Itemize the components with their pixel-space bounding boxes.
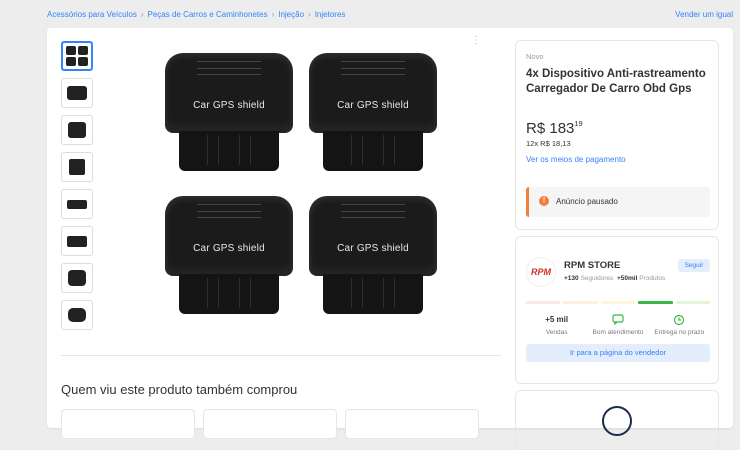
clock-check-icon xyxy=(649,313,710,326)
device-connector xyxy=(323,131,423,171)
breadcrumb-item-injection[interactable]: Injeção xyxy=(278,10,304,19)
buy-box: Novo 4x Dispositivo Anti-rastreamento Ca… xyxy=(515,40,719,230)
product-title: 4x Dispositivo Anti-rastreamento Carrega… xyxy=(526,68,706,95)
device-body: Car GPS shield xyxy=(165,53,293,133)
breadcrumb-item-parts[interactable]: Peças de Carros e Caminhonetes xyxy=(148,10,268,19)
seller-page-button[interactable]: Ir para a página do vendedor xyxy=(526,344,710,362)
reputation-level-4 xyxy=(638,301,673,304)
chat-check-icon xyxy=(587,313,648,326)
paused-text: Anúncio pausado xyxy=(556,197,618,206)
condition-label: Novo xyxy=(526,52,544,61)
device-label: Car GPS shield xyxy=(193,243,265,254)
paused-notice: ! Anúncio pausado xyxy=(526,187,710,217)
thumbnail-7[interactable] xyxy=(61,263,93,293)
device-label: Car GPS shield xyxy=(337,100,409,111)
reputation-level-1 xyxy=(526,301,561,304)
device-vents xyxy=(341,61,405,75)
follow-button[interactable]: Seguir xyxy=(678,259,710,272)
thumbnail-image-icon xyxy=(68,270,86,286)
thumbnail-image-icon xyxy=(67,86,87,100)
delivery-label: Entrega no prazo xyxy=(654,329,705,336)
payment-methods-link[interactable]: Ver os meios de pagamento xyxy=(526,155,626,164)
product-card: Car GPS shield Car GPS shield Car GPS sh… xyxy=(47,28,733,450)
sales-count: +5 mil xyxy=(545,315,569,324)
seller-logo[interactable]: RPM xyxy=(526,257,556,287)
reputation-level-5 xyxy=(675,301,711,304)
thumbnail-3[interactable] xyxy=(61,115,93,145)
section-divider xyxy=(61,355,501,356)
device-connector xyxy=(179,274,279,314)
sell-similar-link[interactable]: Vender um igual xyxy=(675,10,733,19)
price-currency: R$ xyxy=(526,120,546,137)
thumbnail-4[interactable] xyxy=(61,152,93,182)
vertical-dots-icon[interactable]: ⋮ xyxy=(471,35,481,46)
seller-name[interactable]: RPM STORE xyxy=(564,260,620,271)
seller-stats: +130 Seguidores +50mil Produtos xyxy=(564,275,665,282)
price: R$ 18319 xyxy=(526,119,583,137)
thumbnail-5[interactable] xyxy=(61,189,93,219)
device-body: Car GPS shield xyxy=(309,196,437,276)
breadcrumb-item-accessories[interactable]: Acessórios para Veículos xyxy=(47,10,137,19)
price-cents: 19 xyxy=(574,119,583,128)
thumbnail-image-icon xyxy=(67,236,87,247)
brand-logo-icon[interactable] xyxy=(602,406,632,436)
products-label: Produtos xyxy=(639,275,666,282)
thumbnail-8[interactable] xyxy=(61,300,93,330)
followers-count: +130 xyxy=(564,275,579,282)
seller-box: RPM RPM STORE +130 Seguidores +50mil Pro… xyxy=(515,236,719,384)
metric-sales: +5 mil Vendas xyxy=(526,313,587,336)
service-label: Bom atendimento xyxy=(592,329,644,336)
installments: 12x R$ 18,13 xyxy=(526,139,571,148)
thumbnail-1[interactable] xyxy=(61,41,93,71)
reputation-thermometer xyxy=(526,301,711,304)
reputation-level-3 xyxy=(600,301,636,304)
seller-metrics: +5 mil Vendas Bom atendimento Entrega no… xyxy=(526,313,710,336)
metric-service: Bom atendimento xyxy=(587,313,648,336)
thumbnail-6[interactable] xyxy=(61,226,93,256)
device-connector xyxy=(323,274,423,314)
thumbnail-image-icon xyxy=(69,159,85,175)
thumbnail-strip xyxy=(61,41,95,337)
thumbnail-image-icon xyxy=(68,308,86,322)
thumbnail-image-icon xyxy=(67,200,87,209)
device-vents xyxy=(341,204,405,218)
product-image-device-3[interactable]: Car GPS shield xyxy=(165,196,293,314)
device-body: Car GPS shield xyxy=(165,196,293,276)
device-body: Car GPS shield xyxy=(309,53,437,133)
product-image-device-1[interactable]: Car GPS shield xyxy=(165,53,293,171)
top-bar: Acessórios para Veículos › Peças de Carr… xyxy=(0,0,740,28)
recommendation-card[interactable] xyxy=(203,409,337,439)
device-vents xyxy=(197,61,261,75)
device-label: Car GPS shield xyxy=(193,100,265,111)
breadcrumb-separator: › xyxy=(271,10,275,19)
breadcrumb-separator: › xyxy=(140,10,144,19)
thumbnail-image-icon xyxy=(68,122,86,138)
products-count: +50mil xyxy=(616,275,638,282)
thumbnail-image-icon xyxy=(66,46,88,66)
metric-delivery: Entrega no prazo xyxy=(649,313,710,336)
thumbnail-2[interactable] xyxy=(61,78,93,108)
breadcrumb-item-injectors[interactable]: Injetores xyxy=(315,10,346,19)
recommendation-card[interactable] xyxy=(61,409,195,439)
breadcrumb: Acessórios para Veículos › Peças de Carr… xyxy=(47,10,345,19)
reputation-level-2 xyxy=(563,301,598,304)
product-image-device-2[interactable]: Car GPS shield xyxy=(309,53,437,171)
sales-label: Vendas xyxy=(545,329,568,336)
device-label: Car GPS shield xyxy=(337,243,409,254)
price-integer: 183 xyxy=(549,120,575,137)
recommendation-card[interactable] xyxy=(345,409,479,439)
brand-box xyxy=(515,390,719,450)
also-bought-title: Quem viu este produto também comprou xyxy=(61,382,298,397)
followers-label: Seguidores xyxy=(580,275,614,282)
device-vents xyxy=(197,204,261,218)
device-connector xyxy=(179,131,279,171)
breadcrumb-separator: › xyxy=(308,10,311,19)
warning-icon: ! xyxy=(539,196,549,206)
product-image-device-4[interactable]: Car GPS shield xyxy=(309,196,437,314)
